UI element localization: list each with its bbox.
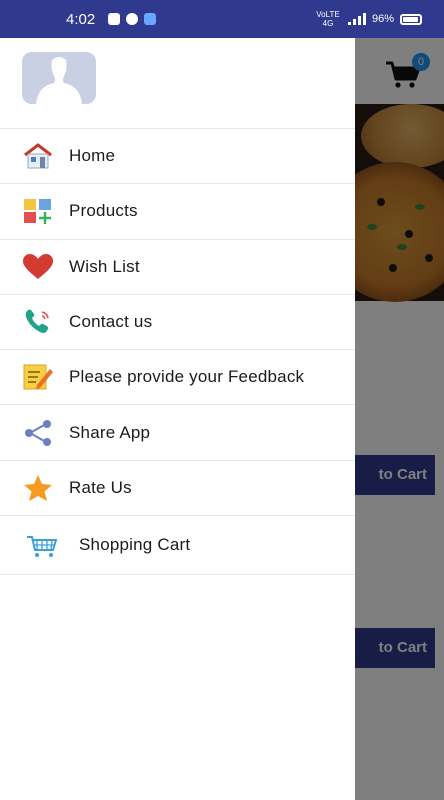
shopping-cart-icon: [26, 529, 58, 561]
phone-icon: [22, 306, 54, 338]
menu-label-rate-us: Rate Us: [69, 477, 132, 497]
menu-label-home: Home: [69, 146, 116, 166]
system-status: VoLTE 4G 96%: [314, 10, 422, 28]
menu-item-products[interactable]: Products: [0, 183, 355, 238]
drawer-menu: Home Products Wish List Contact us Pleas…: [0, 128, 355, 576]
network-label: VoLTE 4G: [316, 10, 340, 28]
battery-percent: 96%: [371, 13, 394, 25]
menu-label-shopping-cart: Shopping Cart: [79, 535, 191, 555]
menu-item-share-app[interactable]: Share App: [0, 404, 355, 459]
menu-item-wish-list[interactable]: Wish List: [0, 238, 355, 294]
menu-item-shopping-cart[interactable]: Shopping Cart: [0, 515, 355, 576]
menu-label-share-app: Share App: [69, 422, 151, 442]
menu-item-rate-us[interactable]: Rate Us: [0, 459, 355, 515]
battery-icon: [400, 13, 422, 25]
heart-icon: [22, 251, 54, 283]
menu-item-contact-us[interactable]: Contact us: [0, 293, 355, 349]
menu-label-products: Products: [69, 201, 138, 221]
chat-icon: [126, 13, 138, 25]
menu-label-contact-us: Contact us: [69, 312, 153, 332]
avatar[interactable]: [22, 52, 96, 104]
cloud-icon: [144, 13, 156, 25]
drawer-scrim[interactable]: [355, 38, 444, 800]
notification-icons: [108, 13, 156, 25]
status-bar: 4:02 VoLTE 4G 96%: [0, 0, 444, 38]
products-grid-icon: [22, 195, 54, 227]
menu-item-home[interactable]: Home: [0, 128, 355, 183]
menu-label-feedback: Please provide your Feedback: [69, 367, 305, 387]
message-icon: [108, 13, 120, 25]
notepad-pencil-icon: [22, 361, 54, 393]
navigation-drawer: Home Products Wish List Contact us Pleas…: [0, 38, 355, 800]
signal-icon: [347, 13, 366, 25]
background-app: 0 to Cart to Cart: [355, 38, 444, 800]
menu-item-feedback[interactable]: Please provide your Feedback: [0, 349, 355, 404]
house-icon: [22, 140, 54, 172]
status-time: 4:02: [66, 11, 96, 28]
star-icon: [22, 472, 54, 504]
menu-label-wish-list: Wish List: [69, 256, 140, 276]
profile-silhouette-icon: [22, 52, 96, 104]
share-icon: [22, 417, 54, 449]
